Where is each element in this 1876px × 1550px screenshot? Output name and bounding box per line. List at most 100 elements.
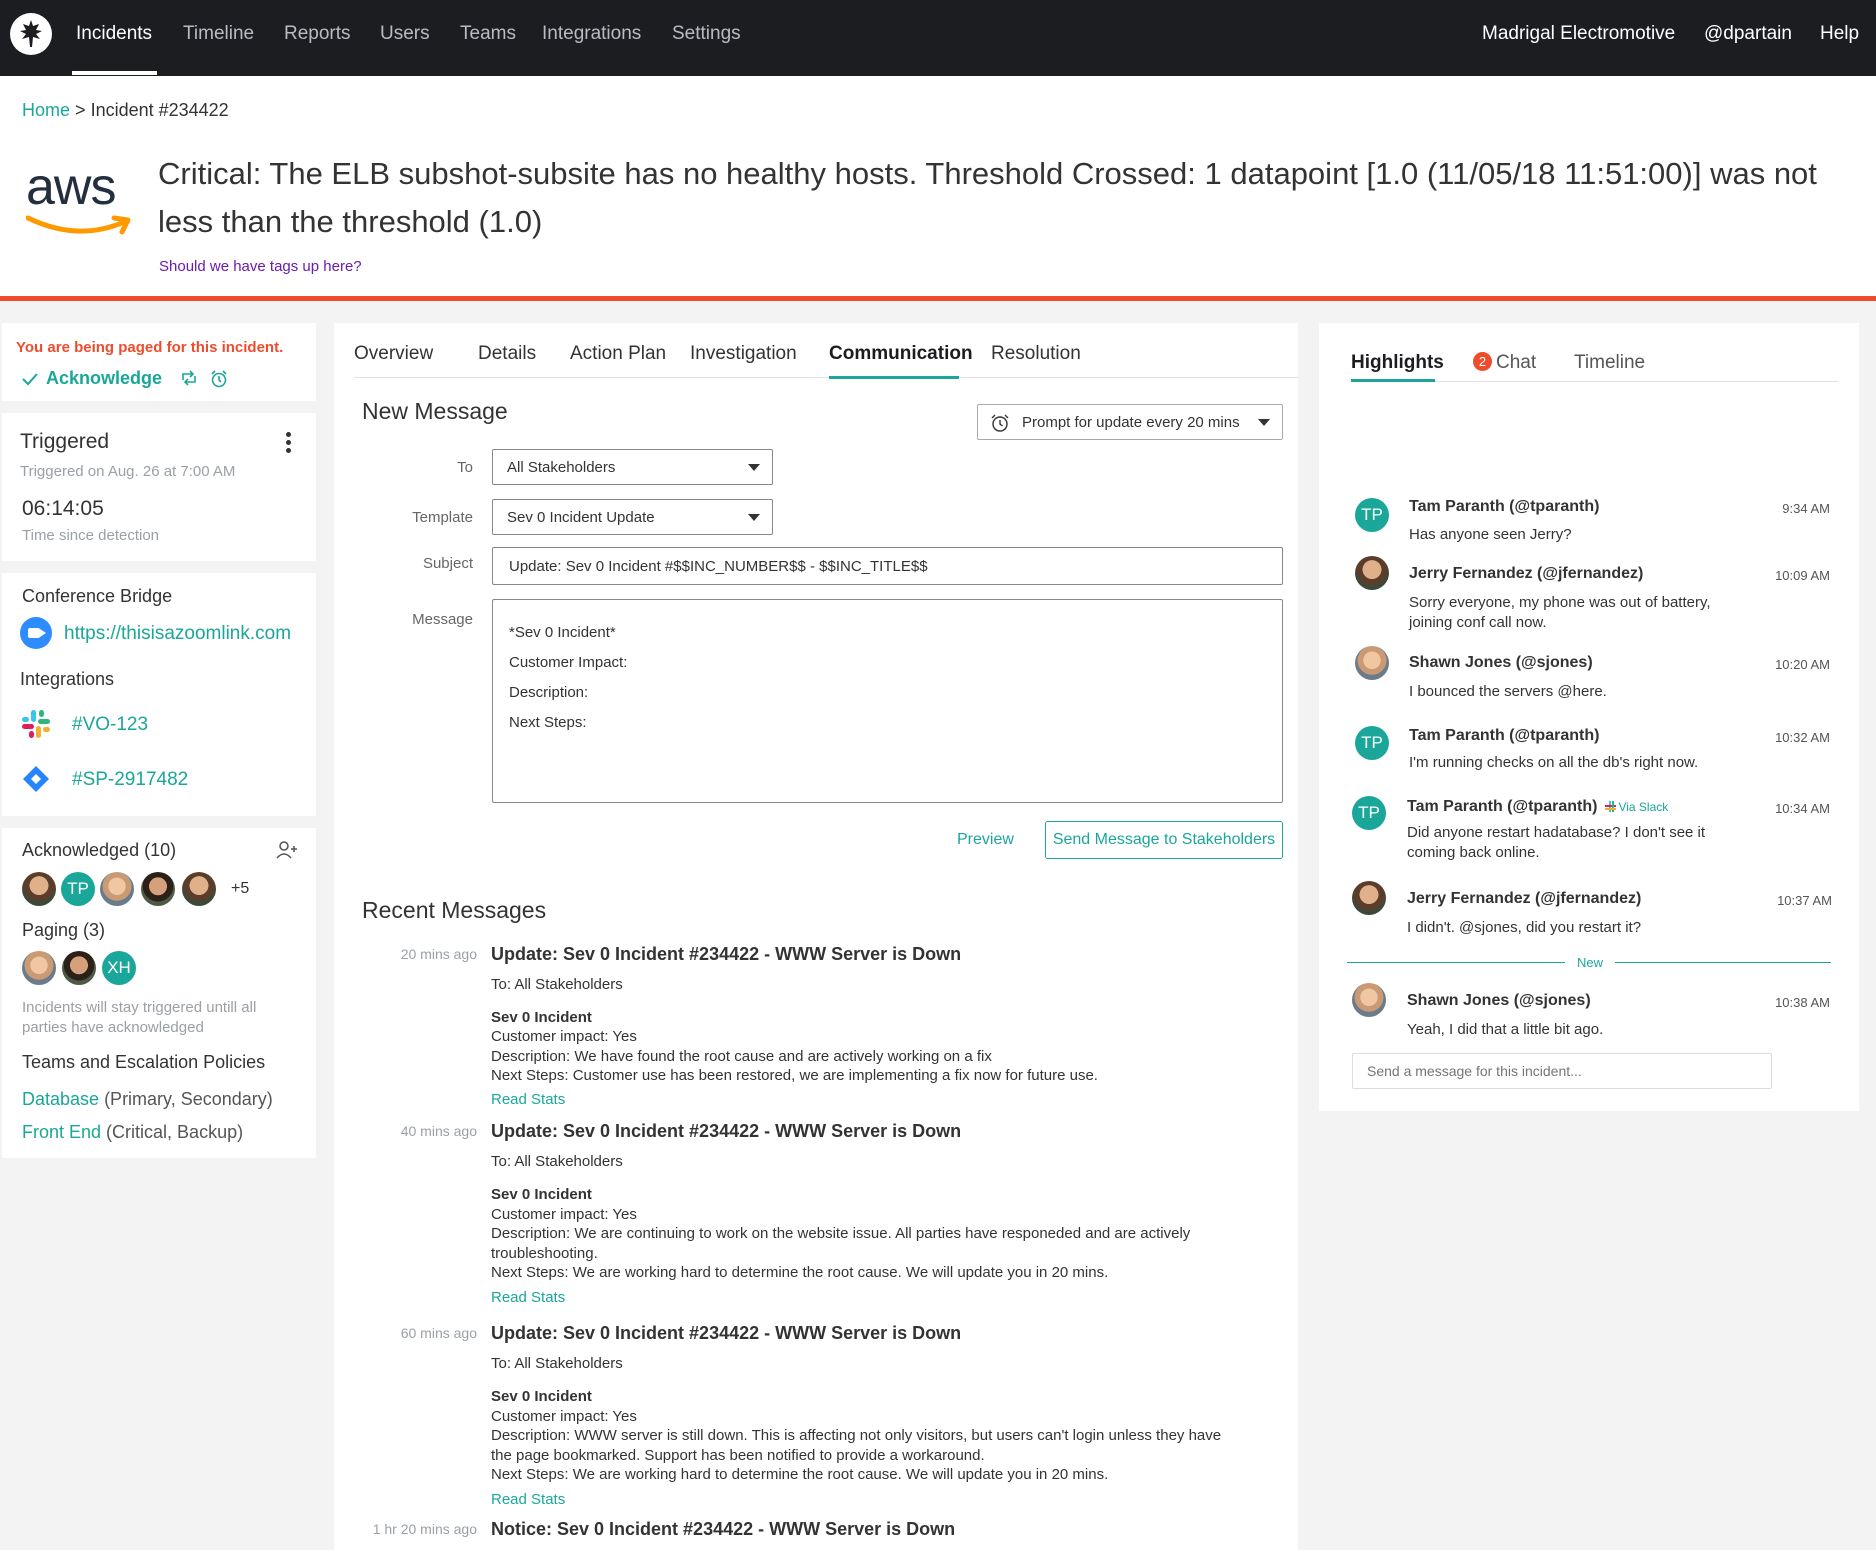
nav-settings[interactable]: Settings bbox=[672, 23, 741, 45]
read-stats-link[interactable]: Read Stats bbox=[491, 1491, 565, 1508]
preview-button[interactable]: Preview bbox=[957, 831, 1014, 849]
message-title[interactable]: Update: Sev 0 Incident #234422 - WWW Ser… bbox=[491, 1121, 961, 1142]
incident-header: Home > Incident #234422 aws Critical: Th… bbox=[0, 76, 1876, 298]
user-menu[interactable]: @dpartain bbox=[1704, 23, 1792, 45]
add-user-icon[interactable] bbox=[276, 840, 298, 860]
template-select[interactable]: Sev 0 Incident Update bbox=[492, 499, 773, 535]
message-textarea[interactable]: *Sev 0 Incident* Customer Impact: Descri… bbox=[492, 599, 1283, 803]
snooze-alarm-icon[interactable] bbox=[210, 370, 228, 388]
slack-icon bbox=[1605, 801, 1617, 812]
team-policies: (Primary, Secondary) bbox=[99, 1089, 273, 1109]
avatar[interactable] bbox=[182, 872, 216, 906]
avatar[interactable]: XH bbox=[102, 951, 136, 985]
message-time: 60 mins ago bbox=[400, 1325, 477, 1341]
paging-note: Incidents will stay triggered untill all… bbox=[22, 999, 257, 1036]
reroute-icon[interactable] bbox=[180, 370, 198, 386]
more-acknowledged[interactable]: +5 bbox=[231, 880, 249, 898]
message-description: Description: WWW server is still down. T… bbox=[491, 1427, 1222, 1444]
message-title[interactable]: Notice: Sev 0 Incident #234422 - WWW Ser… bbox=[491, 1519, 955, 1540]
app-logo-icon[interactable] bbox=[10, 13, 52, 55]
avatar[interactable] bbox=[22, 872, 56, 906]
avatar[interactable] bbox=[62, 951, 96, 985]
nav-users[interactable]: Users bbox=[380, 23, 430, 45]
nav-active-indicator bbox=[72, 71, 157, 75]
tags-link[interactable]: Should we have tags up here? bbox=[159, 258, 362, 275]
slack-channel-link[interactable]: #VO-123 bbox=[72, 714, 148, 736]
team-link-front-end[interactable]: Front End bbox=[22, 1122, 101, 1142]
nav-reports[interactable]: Reports bbox=[284, 23, 351, 45]
message-description: Description: We have found the root caus… bbox=[491, 1048, 992, 1065]
message-recipients: To: All Stakeholders bbox=[491, 1153, 623, 1170]
subject-input[interactable]: Update: Sev 0 Incident #$$INC_NUMBER$$ -… bbox=[492, 547, 1283, 585]
message-title[interactable]: Update: Sev 0 Incident #234422 - WWW Ser… bbox=[491, 1323, 961, 1344]
chat-message: Did anyone restart hadatabase? I don't s… bbox=[1407, 824, 1706, 861]
message-time: 40 mins ago bbox=[400, 1123, 477, 1139]
message-severity: Sev 0 Incident bbox=[491, 1009, 592, 1026]
via-slack-label: Via Slack bbox=[1605, 800, 1668, 814]
chat-message-input[interactable] bbox=[1352, 1053, 1772, 1089]
tab-communication[interactable]: Communication bbox=[829, 343, 973, 365]
template-value: Sev 0 Incident Update bbox=[507, 509, 655, 526]
to-select[interactable]: All Stakeholders bbox=[492, 449, 773, 485]
right-tab-active-indicator bbox=[1351, 379, 1435, 382]
chat-time: 10:34 AM bbox=[1775, 801, 1830, 816]
nav-timeline[interactable]: Timeline bbox=[183, 23, 254, 45]
severity-bar bbox=[0, 296, 1876, 301]
avatar[interactable] bbox=[22, 951, 56, 985]
avatar[interactable] bbox=[1352, 881, 1386, 915]
jira-ticket-link[interactable]: #SP-2917482 bbox=[72, 769, 188, 791]
tab-details[interactable]: Details bbox=[478, 343, 536, 365]
integrations-label: Integrations bbox=[20, 669, 115, 689]
zoom-link[interactable]: https://thisisazoomlink.com bbox=[64, 623, 291, 645]
message-title[interactable]: Update: Sev 0 Incident #234422 - WWW Ser… bbox=[491, 944, 961, 965]
more-options-icon[interactable] bbox=[286, 432, 292, 454]
acknowledge-button[interactable]: Acknowledge bbox=[22, 368, 162, 389]
avatar[interactable] bbox=[141, 872, 175, 906]
message-next-steps: Next Steps: Customer use has been restor… bbox=[491, 1067, 1098, 1084]
tab-chat[interactable]: 2 Chat bbox=[1473, 352, 1536, 374]
prompt-interval-select[interactable]: Prompt for update every 20 mins bbox=[977, 404, 1283, 440]
help-link[interactable]: Help bbox=[1820, 23, 1859, 45]
avatar[interactable] bbox=[100, 872, 134, 906]
chevron-down-icon bbox=[748, 514, 760, 521]
chat-message: Sorry everyone, my phone was out of batt… bbox=[1409, 594, 1711, 631]
tab-active-indicator bbox=[829, 376, 959, 379]
new-message-heading: New Message bbox=[362, 398, 508, 424]
avatar[interactable] bbox=[1352, 983, 1386, 1017]
nav-incidents[interactable]: Incidents bbox=[76, 23, 152, 45]
tab-action-plan[interactable]: Action Plan bbox=[570, 343, 666, 365]
chat-message: I'm running checks on all the db's right… bbox=[1409, 754, 1699, 771]
avatar[interactable]: TP bbox=[1355, 726, 1389, 760]
acknowledged-label: Acknowledged (10) bbox=[22, 840, 177, 860]
nav-teams[interactable]: Teams bbox=[460, 23, 516, 45]
tab-resolution[interactable]: Resolution bbox=[991, 343, 1081, 365]
to-label: To bbox=[457, 459, 473, 476]
read-stats-link[interactable]: Read Stats bbox=[491, 1289, 565, 1306]
tab-overview[interactable]: Overview bbox=[354, 343, 433, 365]
read-stats-link[interactable]: Read Stats bbox=[491, 1091, 565, 1108]
message-time: 20 mins ago bbox=[400, 946, 477, 962]
triggered-on: Triggered on Aug. 26 at 7:00 AM bbox=[20, 463, 236, 480]
message-impact: Customer impact: Yes bbox=[491, 1408, 637, 1425]
avatar[interactable]: TP bbox=[1352, 796, 1386, 830]
chat-time: 9:34 AM bbox=[1782, 501, 1830, 516]
tab-investigation[interactable]: Investigation bbox=[690, 343, 797, 365]
avatar[interactable] bbox=[1355, 556, 1389, 590]
paged-notice: You are being paged for this incident. bbox=[16, 339, 284, 356]
chat-time: 10:37 AM bbox=[1777, 893, 1832, 908]
nav-integrations[interactable]: Integrations bbox=[542, 23, 641, 45]
breadcrumb-home[interactable]: Home bbox=[22, 100, 70, 120]
avatar[interactable]: TP bbox=[1355, 498, 1389, 532]
message-description: Description: We are continuing to work o… bbox=[491, 1225, 1191, 1242]
message-recipients: To: All Stakeholders bbox=[491, 976, 623, 993]
send-message-button[interactable]: Send Message to Stakeholders bbox=[1045, 821, 1283, 859]
avatar[interactable] bbox=[1355, 646, 1389, 680]
team-link-database[interactable]: Database bbox=[22, 1089, 99, 1109]
org-switcher[interactable]: Madrigal Electromotive bbox=[1482, 23, 1675, 45]
chat-author: Shawn Jones (@sjones) bbox=[1409, 654, 1593, 671]
tab-chat-timeline[interactable]: Timeline bbox=[1574, 352, 1645, 374]
message-line: *Sev 0 Incident* bbox=[509, 624, 616, 641]
avatar[interactable]: TP bbox=[61, 872, 95, 906]
tab-highlights[interactable]: Highlights bbox=[1351, 352, 1444, 374]
teams-label: Teams and Escalation Policies bbox=[22, 1052, 266, 1072]
